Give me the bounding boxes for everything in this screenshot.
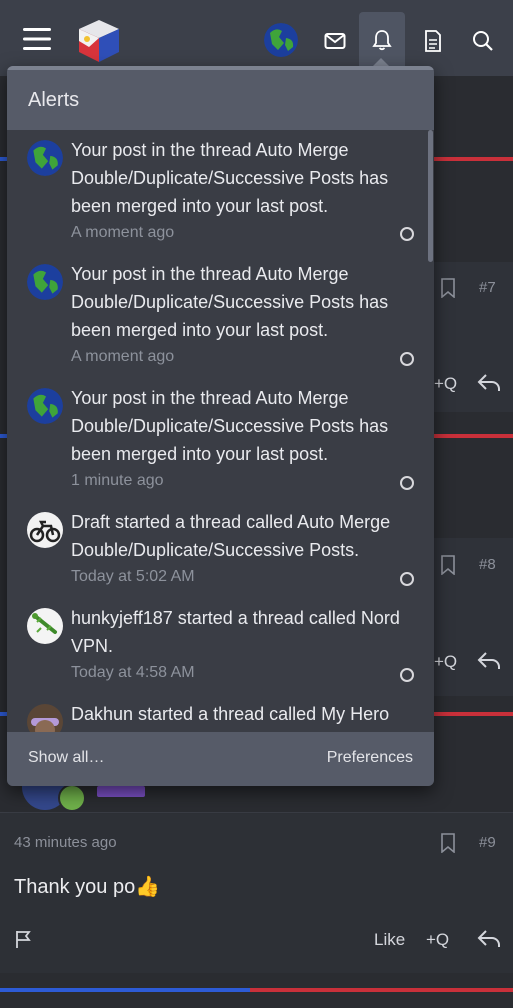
alert-text[interactable]: Draft started a thread called Auto Merge… [71, 508, 416, 564]
alert-time: Today at 5:02 AM [71, 568, 195, 585]
alert-text[interactable]: Your post in the thread Auto Merge Doubl… [71, 260, 416, 344]
mark-read-toggle[interactable] [400, 352, 414, 366]
document-icon[interactable] [416, 24, 450, 58]
reply-icon[interactable] [477, 650, 501, 672]
mark-read-toggle[interactable] [400, 668, 414, 682]
alert-item[interactable]: Your post in the thread Auto Merge Doubl… [7, 378, 427, 502]
reply-icon[interactable] [477, 372, 501, 394]
multi-quote-button[interactable]: +Q [426, 930, 449, 950]
post-divider-stripe [434, 434, 513, 438]
mail-icon[interactable] [318, 24, 352, 58]
post-time[interactable]: 43 minutes ago [14, 834, 117, 851]
alerts-title: Alerts [28, 89, 80, 111]
site-logo[interactable] [74, 17, 124, 65]
search-icon[interactable] [466, 24, 500, 58]
alert-item[interactable]: Your post in the thread Auto Merge Doubl… [7, 130, 427, 254]
user-avatar[interactable] [264, 23, 298, 57]
preferences-link[interactable]: Preferences [327, 749, 413, 767]
motorbike-avatar-icon[interactable] [27, 512, 63, 548]
post-divider-stripe [0, 988, 250, 992]
alert-text[interactable]: hunkyjeff187 started a thread called Nor… [71, 604, 416, 660]
globe-avatar-icon[interactable] [27, 388, 63, 424]
thumbs-up-emoji: 👍 [135, 876, 161, 898]
alert-time: 1 minute ago [71, 472, 164, 489]
alerts-popup-header: Alerts [7, 66, 434, 130]
alerts-popup-footer: Show all… Preferences [7, 732, 434, 786]
post-body-text: Thank you po [14, 876, 136, 898]
post-divider-stripe [434, 712, 513, 716]
globe-avatar-icon[interactable] [27, 264, 63, 300]
post-number[interactable]: #7 [479, 279, 496, 296]
alert-item[interactable]: hunkyjeff187 started a thread called Nor… [7, 598, 427, 694]
alert-text[interactable]: Dakhun started a thread called My Hero [71, 700, 416, 728]
multi-quote-button[interactable]: +Q [434, 652, 457, 672]
globe-avatar-icon[interactable] [27, 140, 63, 176]
post-number[interactable]: #8 [479, 556, 496, 573]
post-body: Thank you po👍 [14, 874, 160, 899]
bookmark-icon[interactable] [440, 555, 456, 575]
like-button[interactable]: Like [374, 930, 405, 950]
alerts-popup: Alerts Your post in the thread Auto Merg… [7, 66, 434, 786]
report-flag-icon[interactable] [14, 929, 34, 949]
post-divider-stripe [250, 988, 513, 992]
bookmark-icon[interactable] [440, 278, 456, 298]
show-all-link[interactable]: Show all… [28, 749, 104, 767]
lizard-avatar-icon[interactable] [27, 608, 63, 644]
alert-time: A moment ago [71, 224, 175, 241]
quote-label: +Q [426, 930, 450, 949]
bell-icon [372, 30, 392, 51]
user-banner [97, 786, 145, 797]
alert-item[interactable]: Dakhun started a thread called My Hero [7, 694, 427, 732]
quote-label: +Q [434, 374, 458, 393]
menu-icon[interactable] [20, 22, 54, 56]
alert-time: A moment ago [71, 348, 175, 365]
online-status-icon [58, 784, 86, 812]
reply-icon[interactable] [477, 928, 501, 950]
mark-read-toggle[interactable] [400, 476, 414, 490]
like-label: Like [374, 930, 406, 949]
top-navigation-bar [0, 0, 513, 76]
quote-label: +Q [434, 652, 458, 671]
post-number[interactable]: #9 [479, 834, 496, 851]
hero-avatar-icon[interactable] [27, 704, 63, 732]
multi-quote-button[interactable]: +Q [434, 374, 457, 394]
alert-text[interactable]: Your post in the thread Auto Merge Doubl… [71, 384, 416, 468]
alert-time: Today at 4:58 AM [71, 664, 195, 681]
alert-text[interactable]: Your post in the thread Auto Merge Doubl… [71, 136, 416, 220]
alert-item[interactable]: Draft started a thread called Auto Merge… [7, 502, 427, 598]
alerts-list: Your post in the thread Auto Merge Doubl… [7, 130, 434, 732]
post-divider-stripe [434, 157, 513, 161]
alerts-scrollbar[interactable] [428, 130, 433, 262]
mark-read-toggle[interactable] [400, 572, 414, 586]
bookmark-icon[interactable] [440, 833, 456, 853]
mark-read-toggle[interactable] [400, 227, 414, 241]
alert-item[interactable]: Your post in the thread Auto Merge Doubl… [7, 254, 427, 378]
